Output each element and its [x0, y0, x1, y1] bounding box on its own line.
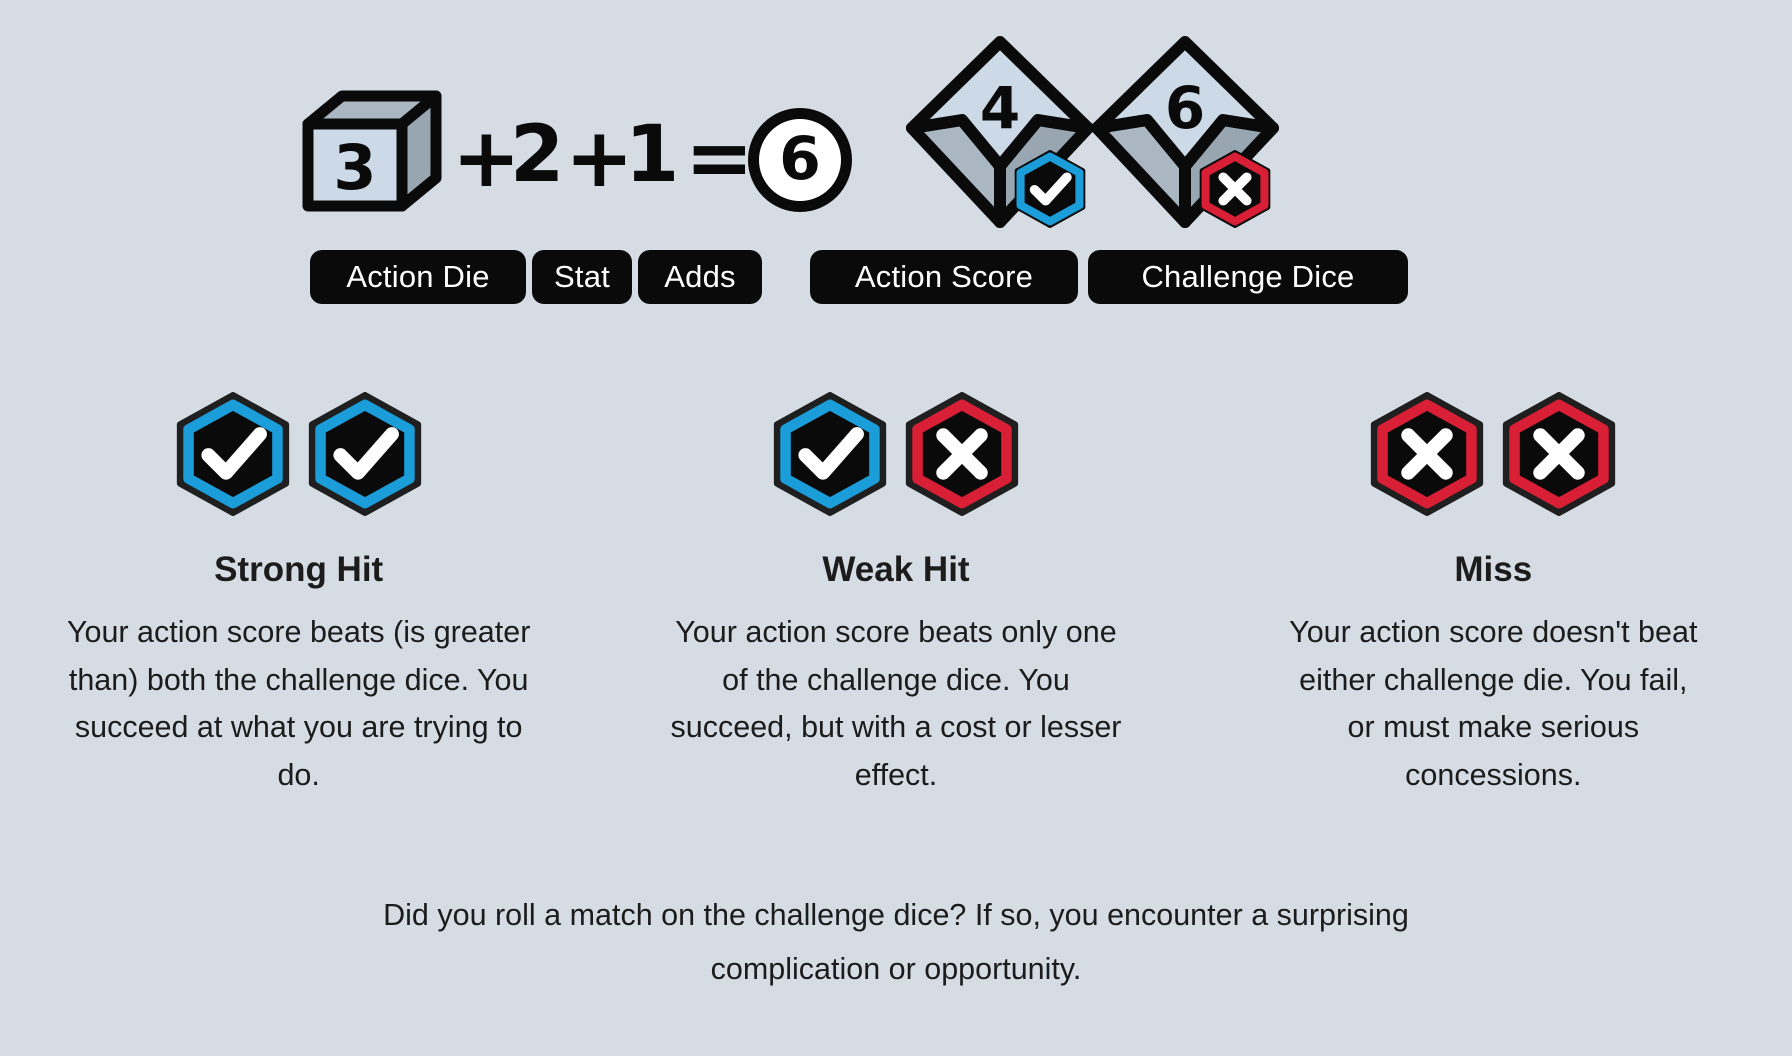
- outcome-miss: Miss Your action score doesn't beat eith…: [1233, 392, 1753, 799]
- check-badge-icon: [306, 392, 424, 516]
- cross-badge-icon: [1500, 392, 1618, 516]
- match-note: Did you roll a match on the challenge di…: [383, 898, 1409, 987]
- adds-value: 1: [625, 110, 679, 200]
- check-badge-icon: [174, 392, 292, 516]
- challenge-die-2-value: 6: [1165, 74, 1205, 142]
- circle-score-icon: 6: [748, 108, 852, 212]
- action-die-value: 3: [333, 131, 376, 204]
- action-score-value: 6: [779, 123, 821, 194]
- outcome-strong-hit: Strong Hit Your action score beats (is g…: [39, 392, 559, 799]
- outcome-title: Miss: [1454, 550, 1533, 589]
- outcome-description: Your action score doesn't beat either ch…: [1289, 615, 1698, 792]
- outcome-description: Your action score beats only one of the …: [670, 615, 1122, 792]
- dice-formula-section: 3 + 2 + 1 = 6 4 6 Action Die Stat Adds A…: [0, 0, 1792, 330]
- label-adds: Adds: [638, 250, 762, 304]
- outcome-title: Weak Hit: [822, 550, 970, 589]
- cross-badge-icon-die2: [1198, 150, 1272, 228]
- outcome-badges-miss: [1368, 392, 1618, 516]
- equals-sign: =: [685, 111, 754, 206]
- challenge-die-1-value: 4: [980, 74, 1020, 142]
- check-badge-icon-die1: [1013, 150, 1087, 228]
- outcome-description: Your action score beats (is greater than…: [66, 615, 531, 792]
- cube-die-icon: 3: [298, 88, 446, 216]
- outcomes-row: Strong Hit Your action score beats (is g…: [0, 392, 1792, 799]
- cross-badge-icon: [903, 392, 1021, 516]
- outcome-title: Strong Hit: [214, 550, 384, 589]
- label-stat: Stat: [532, 250, 632, 304]
- cross-badge-icon: [1368, 392, 1486, 516]
- outcome-weak-hit: Weak Hit Your action score beats only on…: [636, 392, 1156, 799]
- stat-value: 2: [510, 110, 564, 200]
- label-challenge-dice: Challenge Dice: [1088, 250, 1408, 304]
- check-badge-icon: [771, 392, 889, 516]
- outcome-badges-strong-hit: [174, 392, 424, 516]
- plus-sign-1: +: [452, 111, 521, 206]
- label-action-score: Action Score: [810, 250, 1078, 304]
- outcome-badges-weak-hit: [771, 392, 1021, 516]
- plus-sign-2: +: [565, 111, 634, 206]
- label-action-die: Action Die: [310, 250, 526, 304]
